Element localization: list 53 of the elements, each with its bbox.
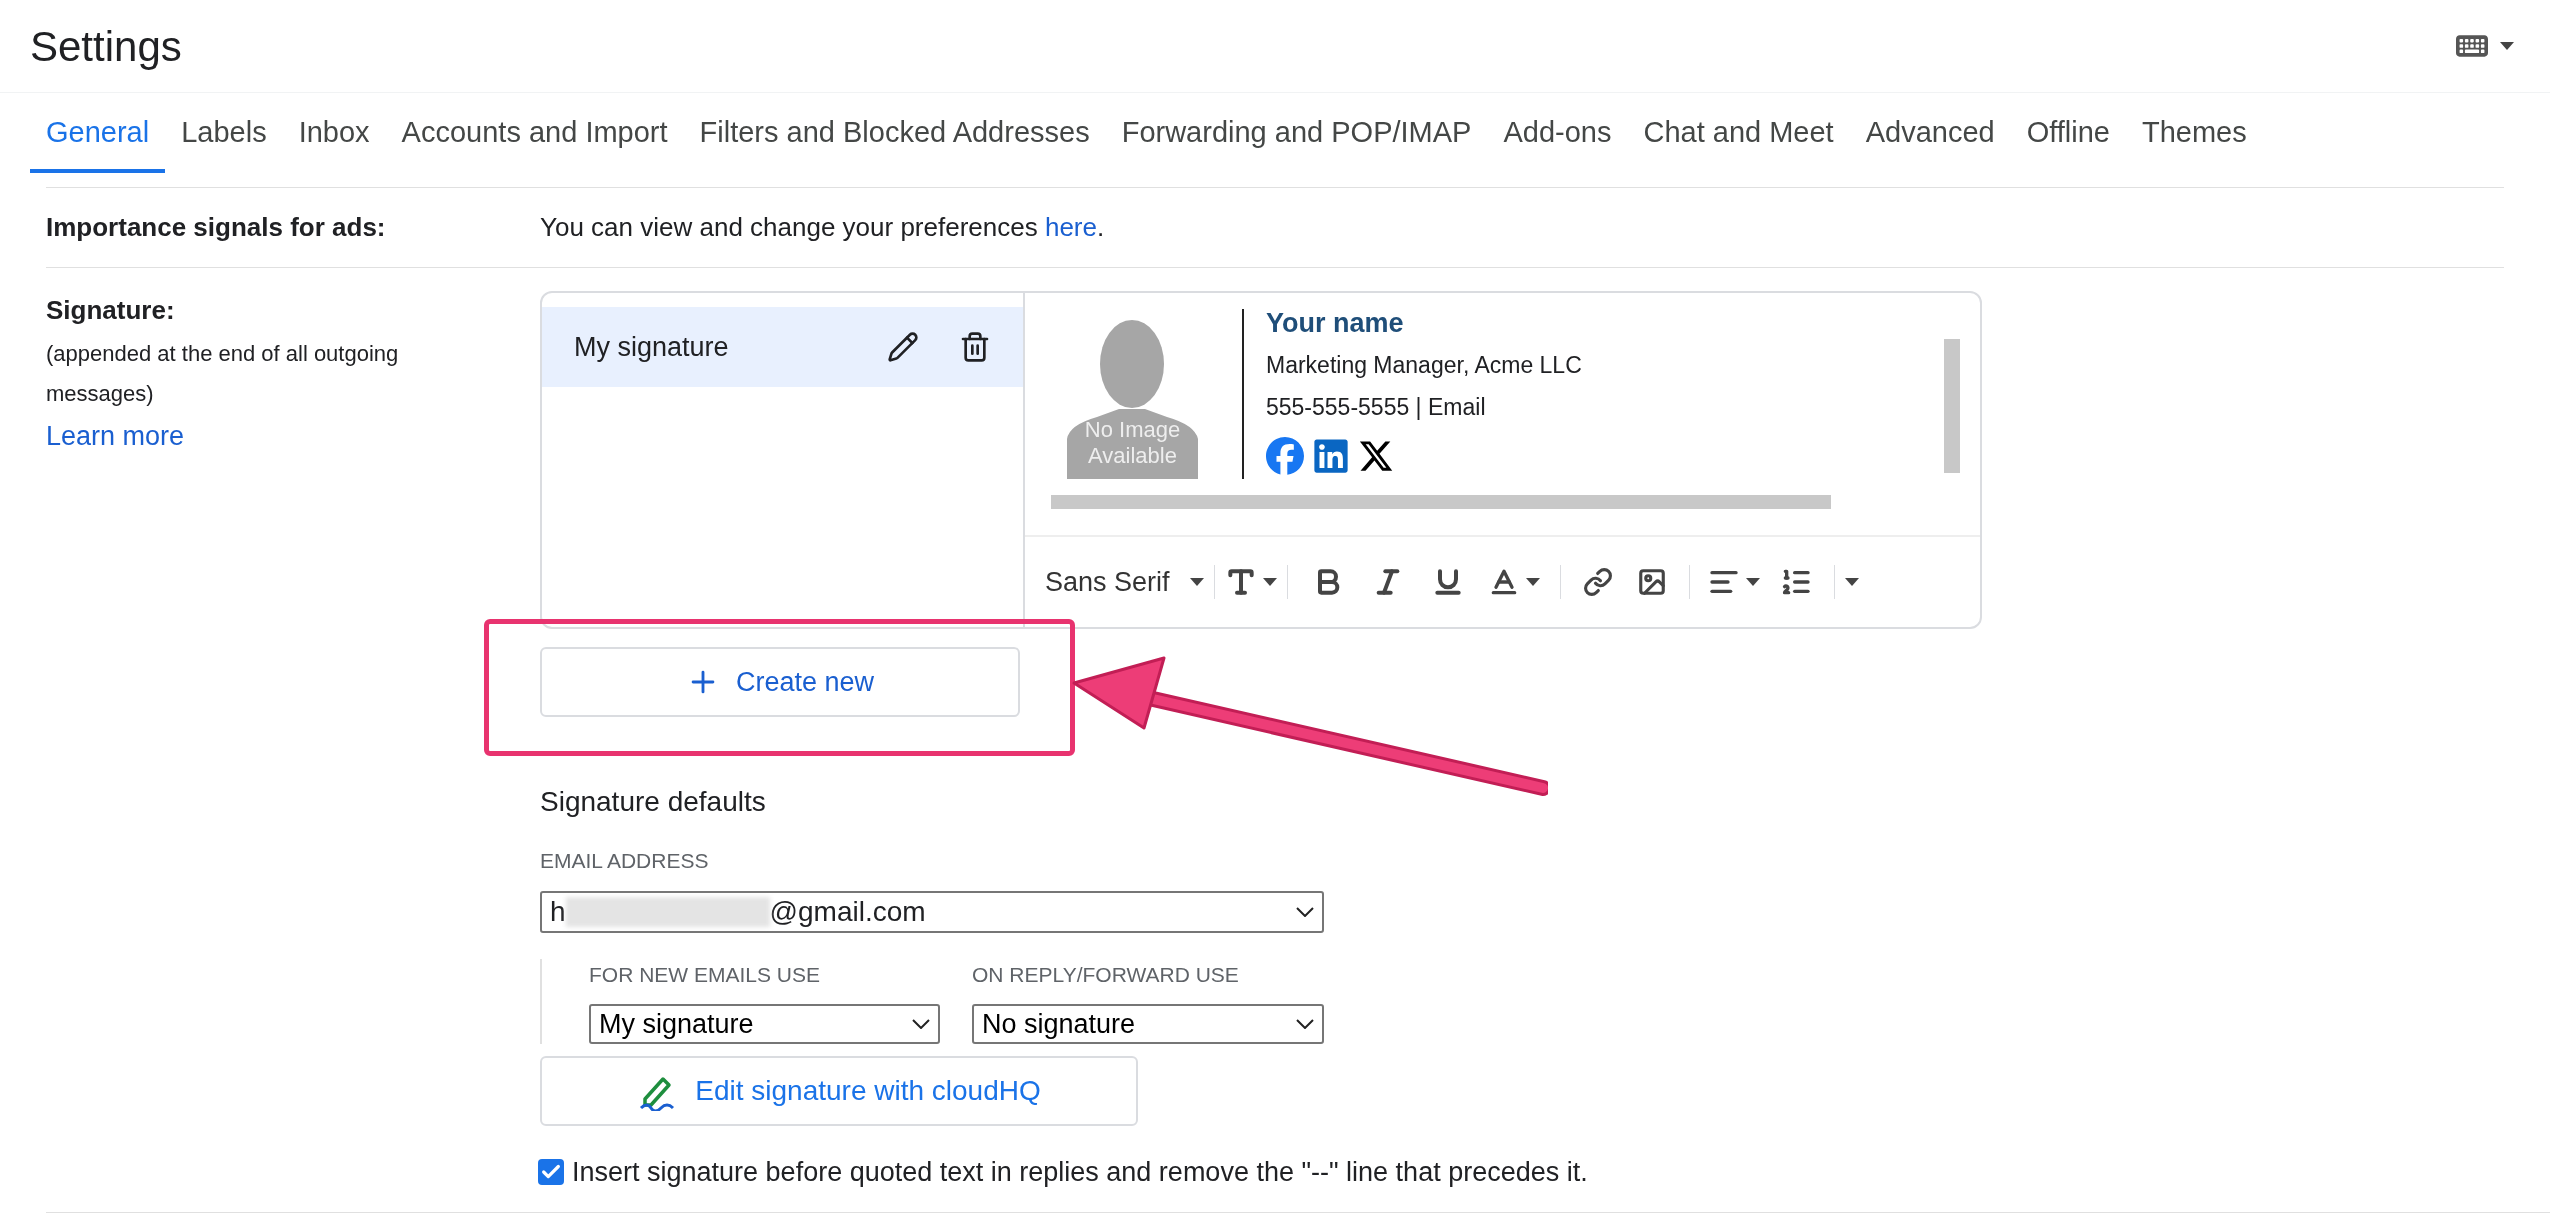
settings-tab[interactable]: Accounts and Import [385,93,684,173]
caret-icon [1745,578,1760,586]
signature-role: Marketing Manager, Acme LLC [1266,350,1582,380]
page-title: Settings [30,21,182,72]
delete-icon[interactable] [959,331,991,363]
image-icon[interactable] [1636,567,1667,597]
settings-tab[interactable]: Add-ons [1487,93,1628,173]
signature-note: (appended at the end of all outgoing messages) [46,340,400,408]
more-caret-icon [1844,578,1859,586]
placeholder-text: No Image Available [1083,417,1182,469]
settings-tab[interactable]: Advanced [1849,93,2011,173]
caret-icon [1262,578,1277,586]
field-label: ON REPLY/FORWARD USE [972,961,1240,988]
caret-icon [1189,578,1204,586]
settings-tab[interactable]: Labels [165,93,283,173]
font-select[interactable]: Sans Serif [1045,561,1204,603]
email-address-select[interactable]: h @gmail.com [540,890,1324,933]
settings-tab[interactable]: Forwarding and POP/IMAP [1105,93,1488,173]
link-icon[interactable] [1582,567,1613,597]
learn-more-link[interactable]: Learn more [46,416,540,457]
email-end: @gmail.com [769,894,927,929]
settings-tab[interactable]: Filters and Blocked Addresses [683,93,1106,173]
signature-name: My signature [574,330,730,364]
here-link[interactable]: here [1044,212,1097,242]
signature-name-text: Your name [1266,307,1405,340]
insert-checkbox[interactable] [538,1159,564,1186]
settings-tab[interactable]: Offline [2010,93,2126,173]
signature-list-item[interactable]: My signature [542,307,1023,387]
linkedin-icon [1312,436,1350,475]
settings-tab[interactable]: Chat and Meet [1627,93,1850,173]
row-label: Signature: [46,294,176,327]
settings-tab[interactable]: Inbox [282,93,386,173]
settings-tab[interactable]: Themes [2126,93,2263,173]
section-heading: Signature defaults [540,785,767,819]
email-start: h [550,894,566,929]
edit-icon[interactable] [887,331,919,363]
reply-signature-select[interactable]: No signature [972,1004,1324,1044]
insert-option-label: Insert signature before quoted text in replies and remove the "--" line that precedes it. [572,1156,1588,1189]
preferences-text: You can view and change your preferences here. [540,211,1105,244]
settings-tab[interactable]: General [30,93,166,173]
chevron-icon [912,1019,930,1029]
chevron-icon [1296,1019,1314,1029]
row-label: Importance signals for ads: [46,211,387,244]
field-label: EMAIL ADDRESS [540,848,710,874]
field-label: FOR NEW EMAILS USE [589,961,822,988]
create-new-button[interactable]: Create new [540,647,1020,717]
chevron-icon [1296,906,1314,917]
new-email-signature-select[interactable]: My signature [589,1004,940,1044]
caret-icon [2500,42,2514,50]
signature-contact: 555-555-5555 | Email [1266,393,1487,422]
facebook-icon [1266,436,1304,475]
caret-icon [1525,578,1540,586]
cloudhq-button[interactable]: Edit signature with cloudHQ [540,1056,1138,1126]
